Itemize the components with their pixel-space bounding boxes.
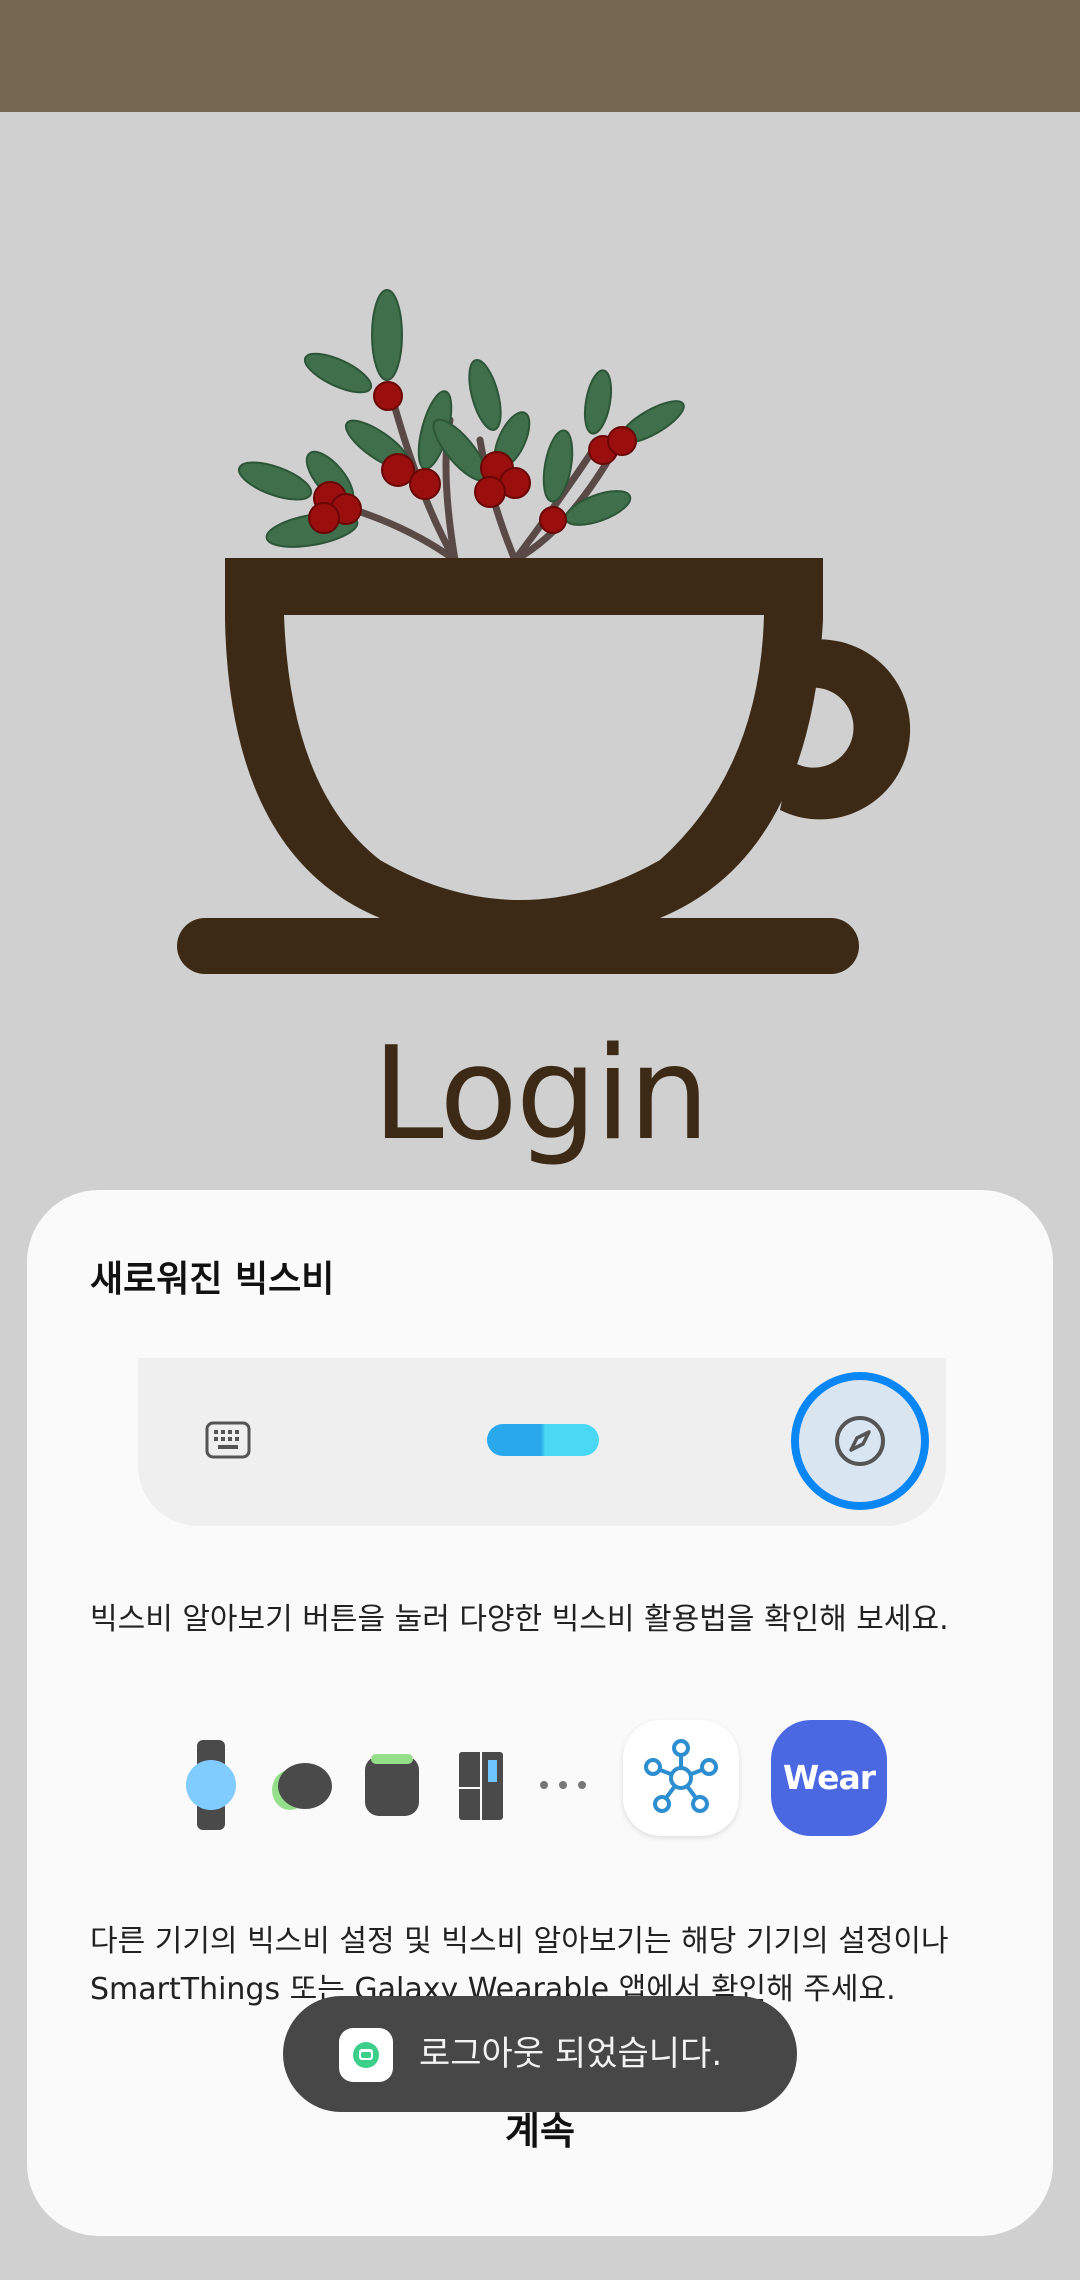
more-icon <box>540 1781 586 1789</box>
coffee-cup-illustration <box>177 289 911 974</box>
status-bar <box>0 0 1080 112</box>
smartthings-icon <box>644 1739 718 1813</box>
speaker-icon <box>365 1754 419 1816</box>
bixby-handle-pill <box>487 1424 599 1456</box>
toast-message: 로그아웃 되었습니다. <box>419 2034 723 2074</box>
fridge-icon <box>459 1752 503 1820</box>
logout-toast: 로그아웃 되었습니다. <box>283 1996 797 2112</box>
bixby-preview <box>138 1358 946 1526</box>
wear-icon: Wear <box>771 1720 887 1836</box>
device-row <box>186 1740 586 1830</box>
keyboard-icon <box>205 1421 251 1459</box>
watch-icon <box>186 1740 236 1830</box>
sheet-description: 빅스비 알아보기 버튼을 눌러 다양한 빅스비 활용법을 확인해 보세요. <box>90 1602 949 1637</box>
sheet-title: 새로워진 빅스비 <box>90 1259 335 1300</box>
app-icon <box>339 2028 393 2082</box>
compass-icon <box>835 1416 885 1466</box>
bixby-explore-button[interactable] <box>791 1372 929 1510</box>
smartthings-app-icon <box>623 1720 739 1836</box>
page-title: Login <box>372 1020 709 1169</box>
buds-icon <box>272 1763 332 1810</box>
